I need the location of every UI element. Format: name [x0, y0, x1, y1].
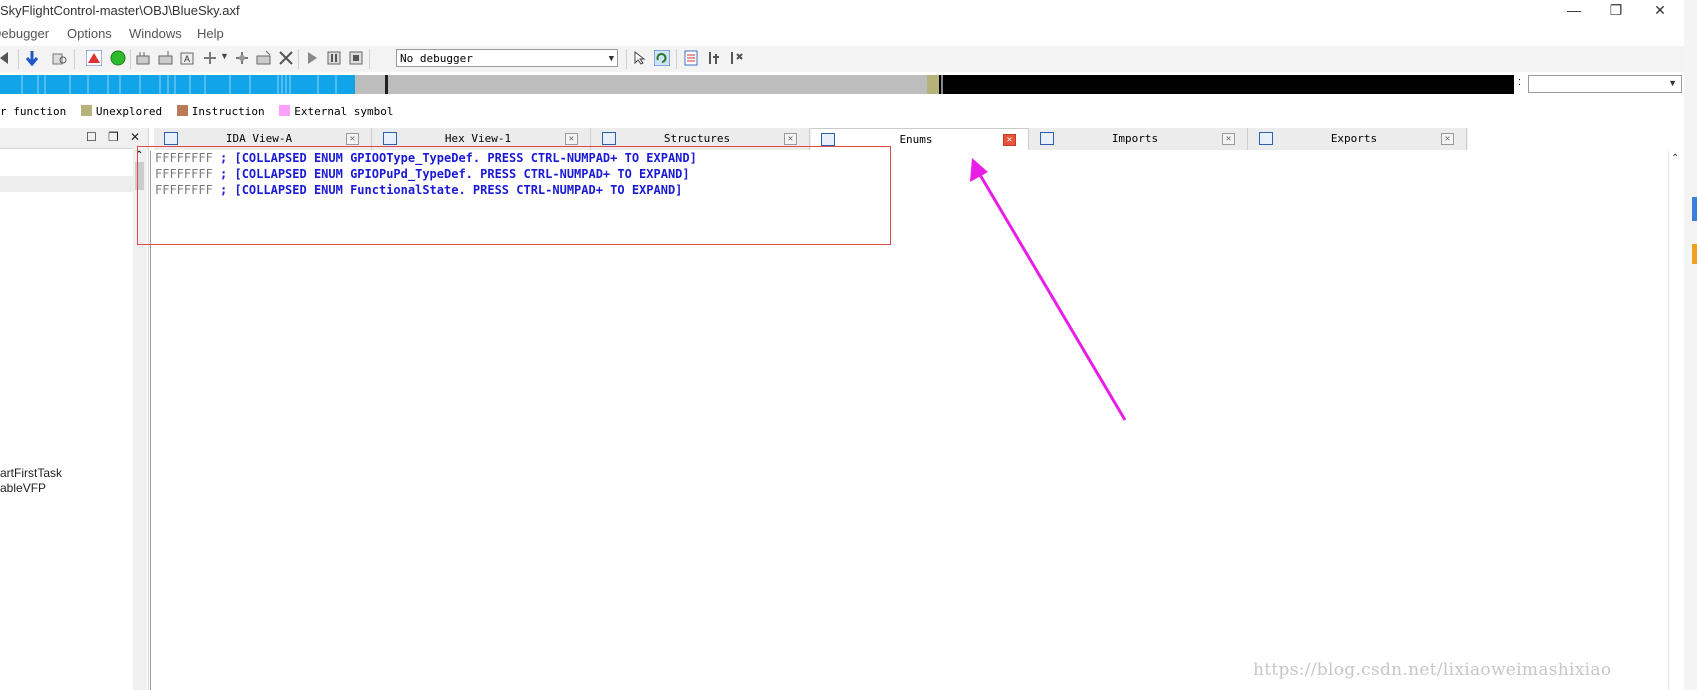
selected-row[interactable] — [0, 176, 133, 192]
function-list-item[interactable]: ableVFP — [0, 481, 46, 495]
cursor-icon[interactable] — [632, 50, 648, 66]
side-strip-marker — [1692, 197, 1697, 221]
annotation-arrow — [970, 158, 1127, 421]
maximize-panel-icon[interactable]: ☐ — [86, 130, 97, 144]
structures-icon — [602, 132, 616, 145]
chevron-down-icon: ▼ — [608, 54, 614, 64]
chevron-down-icon: ▼ — [1668, 78, 1677, 88]
function-list-item[interactable]: artFirstTask — [0, 466, 62, 480]
restore-button[interactable]: ❐ — [1596, 0, 1636, 22]
highlight-box-annotation — [137, 146, 891, 245]
title-bar: SkyFlightControl-master\OBJ\BlueSky.axf … — [0, 0, 1697, 22]
legend-item-instruction: Instruction — [191, 105, 265, 118]
close-window-button[interactable]: ✕ — [1640, 0, 1680, 22]
float-panel-icon[interactable]: ❐ — [108, 130, 119, 144]
svg-text:A: A — [184, 54, 190, 64]
imports-icon — [1040, 132, 1054, 145]
window-title: SkyFlightControl-master\OBJ\BlueSky.axf — [0, 3, 240, 18]
pause-icon[interactable] — [326, 50, 342, 66]
menu-options[interactable]: Options — [67, 26, 112, 41]
nav-band-marker — [385, 75, 388, 94]
close-tab-icon[interactable]: ✕ — [346, 133, 359, 145]
navigation-band[interactable] — [0, 75, 1522, 94]
list-icon[interactable] — [684, 50, 700, 66]
array-icon[interactable] — [158, 50, 174, 66]
struct-offset-icon[interactable] — [234, 50, 250, 66]
debugger-select-value: No debugger — [400, 52, 473, 65]
offset-icon[interactable] — [202, 50, 218, 66]
menu-debugger[interactable]: Debugger — [0, 26, 49, 41]
functions-panel-header: ☐ ❐ ✕ — [0, 128, 148, 149]
stop-icon[interactable] — [348, 50, 364, 66]
refresh-icon[interactable] — [654, 50, 670, 66]
ida-view-icon — [164, 132, 178, 145]
segment-select[interactable]: ▼ — [1528, 75, 1682, 93]
add-breakpoint-icon[interactable] — [706, 50, 722, 66]
nav-band-data-segment — [939, 75, 1514, 94]
nav-legend: r function Unexplored Instruction Extern… — [0, 105, 394, 121]
dropdown-arrow-icon[interactable]: ▼ — [220, 51, 229, 61]
minimize-button[interactable]: — — [1554, 0, 1594, 22]
close-tab-icon[interactable]: ✕ — [1003, 134, 1016, 146]
legend-swatch-unexplored — [80, 105, 92, 116]
functions-panel: ☐ ❐ ✕ ⌃ artFirstTask ableVFP — [0, 128, 149, 690]
exports-icon — [1259, 132, 1273, 145]
chevron-up-icon[interactable]: ⌃ — [1671, 153, 1679, 164]
nav-band-code-segment — [0, 75, 355, 94]
close-tab-icon[interactable]: ✕ — [565, 133, 578, 145]
arrow-head — [970, 158, 988, 182]
legend-item-function: r function — [0, 105, 67, 118]
close-tab-icon[interactable]: ✕ — [1222, 133, 1235, 145]
warning-triangle-icon[interactable] — [86, 50, 102, 66]
close-panel-icon[interactable]: ✕ — [130, 130, 140, 144]
nav-band-colon: : — [1518, 76, 1522, 88]
nav-band-marker — [941, 75, 943, 94]
legend-item-unexplored: Unexplored — [95, 105, 163, 118]
hex-view-icon — [383, 132, 397, 145]
arrow-shaft — [974, 167, 1127, 421]
green-circle-icon[interactable] — [110, 50, 126, 66]
string-icon[interactable]: A — [180, 50, 196, 66]
menu-bar: Debugger Options Windows Help — [0, 24, 1697, 44]
tab-imports[interactable]: Imports ✕ — [1030, 128, 1248, 150]
tab-label: Exports — [1330, 132, 1378, 145]
jump-icon[interactable] — [0, 50, 16, 66]
toolbar: A ▼ No debugger ▼ — [0, 46, 1697, 72]
nav-band-unexplored-segment — [927, 75, 939, 94]
legend-item-external-symbol: External symbol — [294, 105, 394, 118]
legend-swatch-instruction — [176, 105, 188, 116]
debugger-select[interactable]: No debugger ▼ — [396, 49, 618, 67]
tab-exports[interactable]: Exports ✕ — [1249, 128, 1467, 150]
nav-band-gray-segment — [355, 75, 927, 94]
enum-member-icon[interactable] — [256, 50, 272, 66]
menu-help[interactable]: Help — [197, 26, 224, 41]
close-tab-icon[interactable]: ✕ — [784, 133, 797, 145]
side-strip-marker — [1692, 244, 1697, 264]
search-binary-icon[interactable] — [52, 50, 68, 66]
enums-icon — [821, 133, 835, 146]
play-icon[interactable] — [304, 50, 320, 66]
data-icon[interactable] — [136, 50, 152, 66]
menu-windows[interactable]: Windows — [129, 26, 182, 41]
legend-swatch-external-symbol — [279, 105, 291, 116]
close-tab-icon[interactable]: ✕ — [1441, 133, 1454, 145]
step-down-arrow-icon[interactable] — [24, 50, 40, 66]
side-strip — [1684, 0, 1697, 690]
undefine-x-icon[interactable] — [278, 50, 294, 66]
remove-breakpoint-icon[interactable] — [728, 50, 744, 66]
enums-scrollbar[interactable]: ⌃ — [1668, 151, 1683, 690]
watermark: https://blog.csdn.net/lixiaoweimashixiao — [1253, 660, 1612, 680]
tab-label: Imports — [1111, 132, 1159, 145]
